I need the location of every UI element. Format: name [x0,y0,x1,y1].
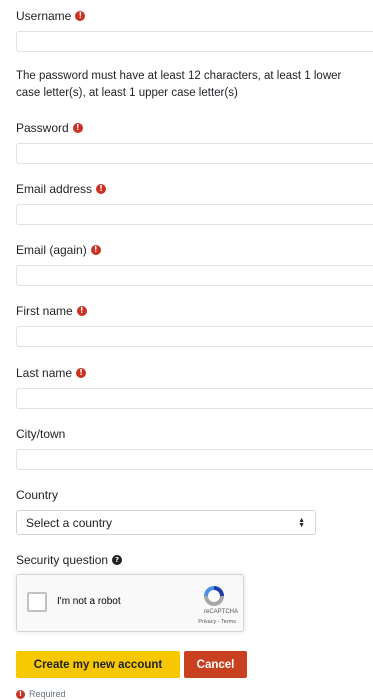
password-label: Password ! [16,120,83,136]
first-name-input[interactable] [16,326,373,347]
required-icon: ! [75,11,86,21]
recaptcha-logo-icon [204,586,224,606]
username-label: Username ! [16,8,86,24]
username-input[interactable] [16,31,373,52]
last-name-label: Last name ! [16,365,87,381]
create-account-button[interactable]: Create my new account [16,651,180,678]
username-label-text: Username [16,9,72,23]
first-name-label: First name ! [16,303,87,319]
recaptcha-label: I'm not a robot [57,596,121,607]
arrow-down-icon: ▼ [298,521,305,529]
required-icon: ! [16,689,25,699]
email-label-text: Email address [16,182,93,196]
required-icon: ! [90,245,101,255]
first-name-label-text: First name [16,304,73,318]
security-question-label-text: Security question [16,553,109,567]
country-label-text: Country [16,488,59,502]
required-legend: ! Required [16,689,66,699]
email-again-input[interactable] [16,265,373,286]
city-input[interactable] [16,449,373,470]
security-question-label: Security question ? [16,552,123,568]
cancel-button[interactable]: Cancel [184,651,247,678]
email-label: Email address ! [16,181,107,197]
required-icon: ! [72,123,83,133]
required-icon: ! [96,184,107,194]
recaptcha-brand: reCAPTCHA [203,609,238,615]
password-policy-note: The password must have at least 12 chara… [16,70,342,99]
email-again-label: Email (again) ! [16,242,101,258]
email-again-label-text: Email (again) [16,243,87,257]
last-name-input[interactable] [16,388,373,409]
required-legend-text: Required [29,689,66,699]
city-label-text: City/town [16,427,66,441]
country-select[interactable]: Select a country ▲ ▼ [16,510,316,535]
sort-arrows-icon: ▲ ▼ [298,517,305,529]
country-label: Country [16,487,58,503]
recaptcha-terms-link[interactable]: Privacy - Terms [17,619,236,625]
question-circle-icon[interactable]: ? [112,555,123,565]
password-input[interactable] [16,143,373,164]
city-label: City/town [16,426,65,442]
required-icon: ! [76,306,87,316]
last-name-label-text: Last name [16,366,73,380]
email-input[interactable] [16,204,373,225]
password-label-text: Password [16,121,69,135]
recaptcha-widget: I'm not a robot reCAPTCHA Privacy - Term… [16,574,244,632]
country-select-value: Select a country [26,515,113,530]
required-icon: ! [76,368,87,378]
